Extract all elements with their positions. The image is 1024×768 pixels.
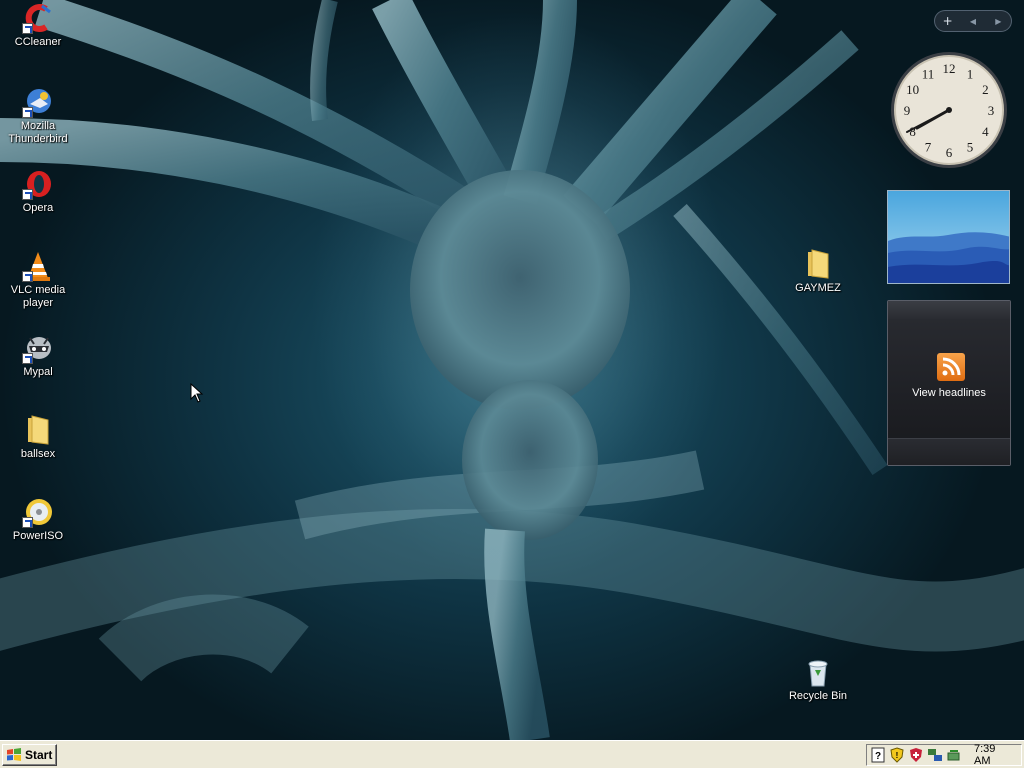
start-button[interactable]: Start: [2, 744, 57, 766]
security-shield-icon[interactable]: !: [889, 747, 905, 763]
mypal-icon: [22, 332, 54, 364]
clock-hour-number: 12: [943, 61, 956, 76]
desktop-wallpaper: [0, 0, 1024, 740]
desktop-icon-label: Recycle Bin: [788, 690, 848, 702]
shortcut-arrow-icon: [22, 271, 33, 282]
shortcut-arrow-icon: [22, 23, 33, 34]
mouse-cursor-icon: [190, 382, 204, 407]
desktop-icon-label: ballsex: [20, 448, 56, 460]
clock-hour-number: 10: [906, 82, 919, 97]
desktop-icon-recycle-bin[interactable]: Recycle Bin: [780, 656, 856, 703]
clock-hour-number: 1: [967, 67, 974, 82]
previous-page-button[interactable]: ◀: [963, 17, 983, 26]
system-tray: ? ! 7:39 AM: [866, 743, 1022, 767]
clock-hour-number: 6: [946, 145, 953, 160]
clock-hour-number: 9: [904, 103, 911, 118]
desktop-icon-opera[interactable]: Opera: [0, 168, 76, 215]
desktop-icon-label: Mypal: [23, 366, 53, 378]
mountain-photo: [888, 191, 1009, 283]
rss-icon: [937, 353, 965, 381]
vlc-icon: [22, 250, 54, 282]
recycle-bin-icon: [802, 656, 834, 688]
safely-remove-icon[interactable]: [946, 747, 962, 763]
network-icon[interactable]: [927, 747, 943, 763]
shortcut-arrow-icon: [22, 517, 33, 528]
desktop-icon-label: VLC media player: [10, 284, 66, 309]
desktop-icon-label: Opera: [22, 202, 54, 214]
ccleaner-icon: [22, 2, 54, 34]
taskbar: Start ? ! 7:39 AM: [0, 740, 1024, 768]
sidebar-controls: + ◀ ▶: [934, 10, 1012, 32]
desktop-icon-label: Mozilla Thunderbird: [8, 120, 68, 145]
help-icon[interactable]: ?: [870, 747, 886, 763]
desktop-icon-label: CCleaner: [14, 36, 62, 48]
next-page-button[interactable]: ▶: [988, 17, 1008, 26]
feed-footer: [888, 438, 1010, 465]
desktop-icon-poweriso[interactable]: PowerISO: [0, 496, 76, 543]
desktop-icon-vlc[interactable]: VLC media player: [0, 250, 76, 310]
clock-hour-number: 7: [925, 139, 932, 154]
clock-hour-number: 3: [988, 103, 995, 118]
folder-icon: [802, 248, 834, 280]
add-gadget-button[interactable]: +: [938, 14, 958, 28]
desktop-icon-gaymez[interactable]: GAYMEZ: [780, 248, 856, 295]
clock-hour-number: 8: [909, 124, 916, 139]
clock-hour-number: 2: [982, 82, 989, 97]
view-headlines-link[interactable]: View headlines: [888, 387, 1010, 399]
feed-header: [888, 301, 1010, 319]
clock-hour-number: 4: [982, 124, 989, 139]
clock-hour-number: 5: [967, 139, 974, 154]
neuron-wallpaper-art: [0, 0, 1024, 740]
svg-text:!: !: [896, 751, 899, 760]
clock-hour-number: 11: [922, 67, 935, 82]
desktop-icon-ballsex[interactable]: ballsex: [0, 414, 76, 461]
svg-text:?: ?: [875, 751, 881, 762]
opera-icon: [22, 168, 54, 200]
folder-icon: [22, 414, 54, 446]
thunderbird-icon: [22, 86, 54, 118]
clock-gadget[interactable]: 12 1 2 3 4 5 6 7 8 9 10 11: [889, 50, 1009, 170]
desktop-icon-thunderbird[interactable]: Mozilla Thunderbird: [0, 86, 76, 146]
desktop-icon-mypal[interactable]: Mypal: [0, 332, 76, 379]
slideshow-gadget[interactable]: [887, 190, 1010, 284]
shortcut-arrow-icon: [22, 353, 33, 364]
antivirus-icon[interactable]: [908, 747, 924, 763]
desktop-icon-label: PowerISO: [12, 530, 64, 542]
taskbar-clock[interactable]: 7:39 AM: [974, 743, 1011, 767]
shortcut-arrow-icon: [22, 107, 33, 118]
shortcut-arrow-icon: [22, 189, 33, 200]
desktop-icon-ccleaner[interactable]: CCleaner: [0, 2, 76, 49]
poweriso-icon: [22, 496, 54, 528]
clock-face: 12 12 3 45678 9 1011: [891, 52, 1007, 168]
feed-headlines-gadget[interactable]: View headlines: [887, 300, 1011, 466]
desktop-icon-label: GAYMEZ: [795, 282, 841, 294]
windows-logo-icon: [7, 748, 21, 761]
start-label: Start: [25, 748, 53, 762]
